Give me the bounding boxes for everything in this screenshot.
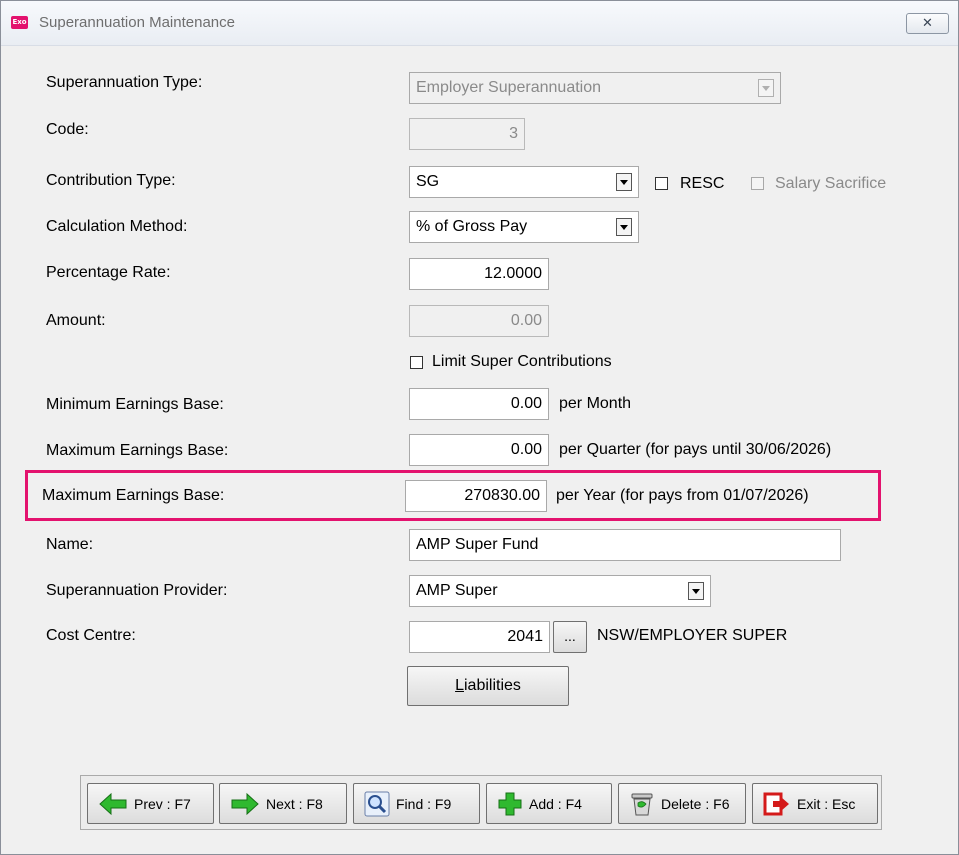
max-earnings-quarter-suffix: per Quarter (for pays until 30/06/2026) (559, 441, 832, 458)
magnifier-icon (364, 791, 390, 816)
chevron-down-icon (688, 582, 704, 600)
add-label: Add : F4 (529, 795, 582, 812)
min-earnings-label: Minimum Earnings Base: (46, 396, 224, 413)
contribution-type-value: SG (416, 173, 440, 190)
super-type-label: Superannuation Type: (46, 74, 203, 91)
provider-value: AMP Super (416, 582, 498, 599)
calc-method-label: Calculation Method: (46, 218, 188, 235)
code-label: Code: (46, 121, 89, 138)
limit-super-label: Limit Super Contributions (432, 353, 612, 370)
amount-label: Amount: (46, 312, 106, 329)
exo-app-icon: Exo (11, 16, 28, 29)
cost-centre-label: Cost Centre: (46, 627, 136, 644)
resc-label: RESC (680, 175, 725, 192)
contribution-type-select[interactable]: SG (409, 166, 639, 198)
super-type-value: Employer Superannuation (416, 79, 602, 96)
find-label: Find : F9 (396, 795, 452, 812)
percentage-rate-label: Percentage Rate: (46, 264, 171, 281)
name-field[interactable]: AMP Super Fund (409, 529, 841, 561)
chevron-down-icon (758, 79, 774, 97)
salary-sacrifice-label: Salary Sacrifice (775, 175, 887, 192)
max-earnings-year-suffix: per Year (for pays from 01/07/2026) (556, 487, 809, 504)
calc-method-select[interactable]: % of Gross Pay (409, 211, 639, 243)
max-earnings-quarter-label: Maximum Earnings Base: (46, 442, 229, 459)
superannuation-window: Exo Superannuation Maintenance ✕ Superan… (0, 0, 959, 855)
plus-icon (498, 792, 522, 815)
exit-icon (763, 792, 789, 815)
amount-field: 0.00 (409, 305, 549, 337)
cost-centre-field[interactable]: 2041 (409, 621, 550, 653)
arrow-right-icon (231, 792, 259, 815)
add-button[interactable]: Add : F4 (486, 783, 612, 824)
limit-super-checkbox[interactable] (410, 356, 423, 369)
percentage-rate-field[interactable]: 12.0000 (409, 258, 549, 290)
prev-label: Prev : F7 (134, 795, 191, 812)
provider-label: Superannuation Provider: (46, 582, 228, 599)
code-field: 3 (409, 118, 525, 150)
max-earnings-year-field[interactable]: 270830.00 (405, 480, 547, 512)
super-type-select: Employer Superannuation (409, 72, 781, 104)
liabilities-label: iabilities (463, 677, 521, 694)
close-icon: ✕ (922, 15, 933, 30)
title-bar: Exo Superannuation Maintenance ✕ (1, 1, 958, 46)
min-earnings-suffix: per Month (559, 395, 632, 412)
liabilities-button[interactable]: Liabilities (407, 666, 569, 706)
exit-button[interactable]: Exit : Esc (752, 783, 878, 824)
cost-centre-description: NSW/EMPLOYER SUPER (597, 627, 788, 644)
navigation-toolbar: Prev : F7 Next : F8 Find : F9 Add : F4 D… (80, 775, 882, 830)
trash-icon (631, 793, 653, 815)
chevron-down-icon (616, 173, 632, 191)
exit-label: Exit : Esc (797, 795, 856, 812)
contribution-type-label: Contribution Type: (46, 172, 176, 189)
delete-label: Delete : F6 (661, 795, 730, 812)
chevron-down-icon (616, 218, 632, 236)
cost-centre-lookup-button[interactable]: ... (553, 621, 587, 653)
next-button[interactable]: Next : F8 (219, 783, 347, 824)
name-label: Name: (46, 536, 94, 553)
max-earnings-year-label: Maximum Earnings Base: (42, 487, 225, 504)
arrow-left-icon (99, 792, 127, 815)
resc-checkbox[interactable] (655, 177, 668, 190)
liabilities-accel: L (455, 677, 464, 694)
max-earnings-quarter-field[interactable]: 0.00 (409, 434, 549, 466)
close-button[interactable]: ✕ (906, 13, 949, 34)
window-title: Superannuation Maintenance (39, 14, 235, 31)
provider-select[interactable]: AMP Super (409, 575, 711, 607)
prev-button[interactable]: Prev : F7 (87, 783, 214, 824)
calc-method-value: % of Gross Pay (416, 218, 528, 235)
salary-sacrifice-checkbox (751, 177, 764, 190)
delete-button[interactable]: Delete : F6 (618, 783, 746, 824)
min-earnings-field[interactable]: 0.00 (409, 388, 549, 420)
find-button[interactable]: Find : F9 (353, 783, 480, 824)
next-label: Next : F8 (266, 795, 323, 812)
